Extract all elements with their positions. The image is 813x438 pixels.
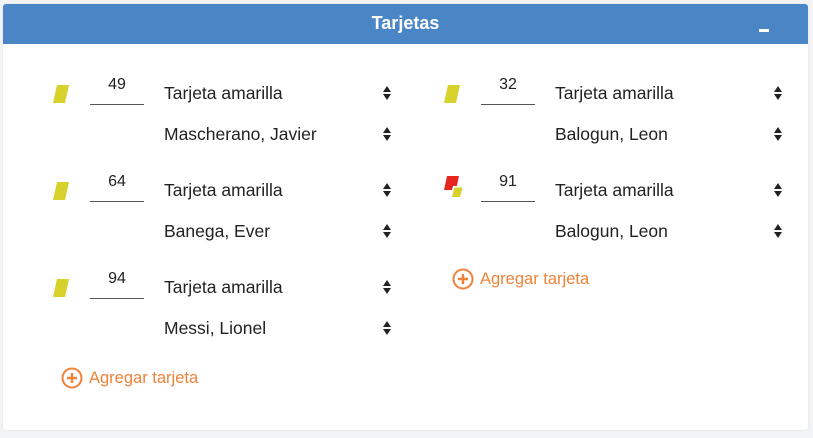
minute-input[interactable]: 94 <box>90 268 144 299</box>
sort-arrows-icon <box>383 224 391 238</box>
sort-arrows-icon <box>774 224 782 238</box>
plus-circle-icon <box>61 367 83 389</box>
card-type-select[interactable]: Tarjeta amarilla <box>164 80 392 106</box>
minute-input[interactable]: 32 <box>481 74 535 105</box>
minute-input[interactable]: 91 <box>481 171 535 202</box>
sort-arrows-icon <box>383 183 391 197</box>
panel-header: Tarjetas <box>3 4 808 44</box>
card-entry: 94 Tarjeta amarilla Messi, Lionel <box>52 268 412 338</box>
cards-panel: Tarjetas 49 Tarjeta amarilla Mascherano,… <box>3 4 808 430</box>
card-entry: 64 Tarjeta amarilla Banega, Ever <box>52 171 412 241</box>
card-entry: 32 Tarjeta amarilla Balogun, Leon <box>443 74 803 144</box>
add-card-label: Agregar tarjeta <box>89 369 199 387</box>
minus-icon[interactable] <box>756 16 772 32</box>
yellow-card-icon <box>53 182 69 200</box>
sort-arrows-icon <box>383 321 391 335</box>
add-card-label: Agregar tarjeta <box>480 270 590 288</box>
add-card-button[interactable]: Agregar tarjeta <box>61 366 261 390</box>
card-type-value: Tarjeta amarilla <box>164 83 283 103</box>
player-select[interactable]: Banega, Ever <box>164 218 392 244</box>
add-card-button[interactable]: Agregar tarjeta <box>452 267 652 291</box>
minute-input[interactable]: 64 <box>90 171 144 202</box>
card-type-value: Tarjeta amarilla <box>164 180 283 200</box>
plus-circle-icon <box>452 268 474 290</box>
sort-arrows-icon <box>774 127 782 141</box>
sort-arrows-icon <box>383 127 391 141</box>
player-select[interactable]: Messi, Lionel <box>164 315 392 341</box>
card-type-value: Tarjeta amarilla <box>555 180 674 200</box>
card-entry: 91 Tarjeta amarilla Balogun, Leon <box>443 171 803 241</box>
player-select[interactable]: Mascherano, Javier <box>164 121 392 147</box>
sort-arrows-icon <box>774 183 782 197</box>
player-value: Banega, Ever <box>164 221 271 241</box>
card-type-value: Tarjeta amarilla <box>164 277 283 297</box>
player-value: Balogun, Leon <box>555 124 668 144</box>
card-type-select[interactable]: Tarjeta amarilla <box>164 274 392 300</box>
yellow-card-icon <box>444 85 460 103</box>
player-select[interactable]: Balogun, Leon <box>555 218 783 244</box>
card-type-value: Tarjeta amarilla <box>555 83 674 103</box>
player-value: Mascherano, Javier <box>164 124 317 144</box>
player-value: Balogun, Leon <box>555 221 668 241</box>
card-type-select[interactable]: Tarjeta amarilla <box>555 80 783 106</box>
player-select[interactable]: Balogun, Leon <box>555 121 783 147</box>
yellow-card-icon <box>53 279 69 297</box>
card-type-select[interactable]: Tarjeta amarilla <box>164 177 392 203</box>
panel-title: Tarjetas <box>371 13 440 33</box>
second-yellow-red-card-icon <box>444 176 464 198</box>
card-entry: 49 Tarjeta amarilla Mascherano, Javier <box>52 74 412 144</box>
sort-arrows-icon <box>383 86 391 100</box>
card-type-select[interactable]: Tarjeta amarilla <box>555 177 783 203</box>
player-value: Messi, Lionel <box>164 318 267 338</box>
yellow-card-icon <box>53 85 69 103</box>
minute-input[interactable]: 49 <box>90 74 144 105</box>
sort-arrows-icon <box>774 86 782 100</box>
sort-arrows-icon <box>383 280 391 294</box>
